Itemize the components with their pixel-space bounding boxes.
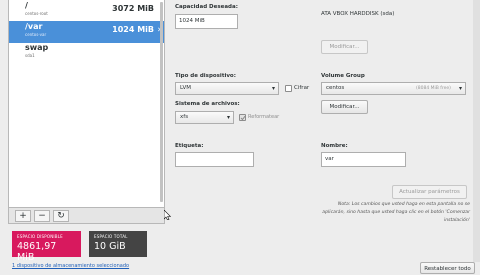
capacity-label: Capacidad Deseada: [175, 4, 238, 10]
dropdown-arrow-icon: ▾ [226, 114, 230, 121]
filesystem-label: Sistema de archivos: [175, 101, 240, 107]
tag-label: Etiqueta: [175, 143, 204, 149]
modify-device-button[interactable]: Modificar... [321, 40, 368, 54]
mount-point-toolbar: + − ↻ [8, 207, 165, 224]
reset-all-button[interactable]: Restablecer todo [420, 262, 475, 274]
total-space-box: ESPACIO TOTAL 10 GiB [89, 231, 147, 257]
available-space-value: 4861,97 MiB [17, 241, 57, 263]
remove-mount-point-button[interactable]: − [34, 210, 50, 222]
volume-group-label: Volume Group [321, 73, 365, 79]
device-type-select[interactable]: LVM ▾ [175, 82, 279, 95]
available-space-box: ESPACIO DISPONIBLE 4861,97 MiB [12, 231, 81, 263]
encrypt-checkbox[interactable] [285, 85, 292, 92]
mount-point-device: centos-var [25, 32, 47, 37]
add-mount-point-button[interactable]: + [15, 210, 31, 222]
name-label: Nombre: [321, 143, 348, 149]
checkmark-icon [240, 115, 246, 121]
right-scrollbar[interactable] [473, 0, 480, 262]
mount-point-list: / centos-root 3072 MiB /var centos-var 1… [8, 0, 165, 223]
volume-group-free: (8084 MiB free) [416, 86, 451, 91]
mount-point-size: 3072 MiB [112, 4, 154, 13]
info-note: Nota: Los cambios que usted haga en esta… [322, 202, 470, 223]
mount-point-device: sda1 [25, 53, 35, 58]
device-type-value: LVM [180, 85, 191, 91]
refresh-button[interactable]: ↻ [53, 210, 69, 222]
list-scrollbar[interactable] [158, 0, 165, 205]
mount-point-row-root[interactable]: / centos-root 3072 MiB [9, 0, 164, 22]
mount-point-name: swap [25, 43, 49, 52]
dropdown-arrow-icon: ▾ [271, 85, 275, 92]
modify-volume-group-button[interactable]: Modificar... [321, 100, 368, 114]
mount-point-device: centos-root [25, 11, 48, 16]
dropdown-arrow-icon: ▾ [458, 85, 462, 92]
mount-point-name: /var [25, 22, 43, 31]
device-type-label: Tipo de dispositivo: [175, 73, 236, 79]
filesystem-value: xfs [180, 114, 189, 120]
total-space-label: ESPACIO TOTAL [94, 234, 128, 239]
device-info: ATA VBOX HARDDISK (sda) [321, 11, 395, 17]
tag-input[interactable] [175, 152, 254, 167]
capacity-input[interactable]: 1024 MiB [175, 14, 238, 29]
reformat-label: Reformatear [248, 114, 280, 120]
encrypt-label: Cifrar [294, 85, 310, 91]
mount-point-row-swap[interactable]: swap sda1 [9, 42, 164, 64]
storage-devices-link[interactable]: 1 dispositivo de almacenamiento seleccio… [12, 263, 129, 269]
mount-point-size: 1024 MiB [112, 25, 154, 34]
update-settings-button[interactable]: Actualizar parámetros [392, 185, 467, 199]
mount-point-row-var[interactable]: /var centos-var 1024 MiB › [9, 21, 164, 43]
mount-point-name: / [25, 1, 28, 10]
filesystem-select[interactable]: xfs ▾ [175, 111, 234, 124]
mouse-cursor-icon [164, 210, 171, 220]
name-input[interactable]: var [321, 152, 406, 167]
reformat-checkbox[interactable] [239, 114, 246, 121]
available-space-label: ESPACIO DISPONIBLE [17, 234, 63, 239]
volume-group-value: centos [326, 85, 345, 91]
total-space-value: 10 GiB [94, 241, 126, 252]
volume-group-select[interactable]: centos (8084 MiB free) ▾ [321, 82, 466, 95]
